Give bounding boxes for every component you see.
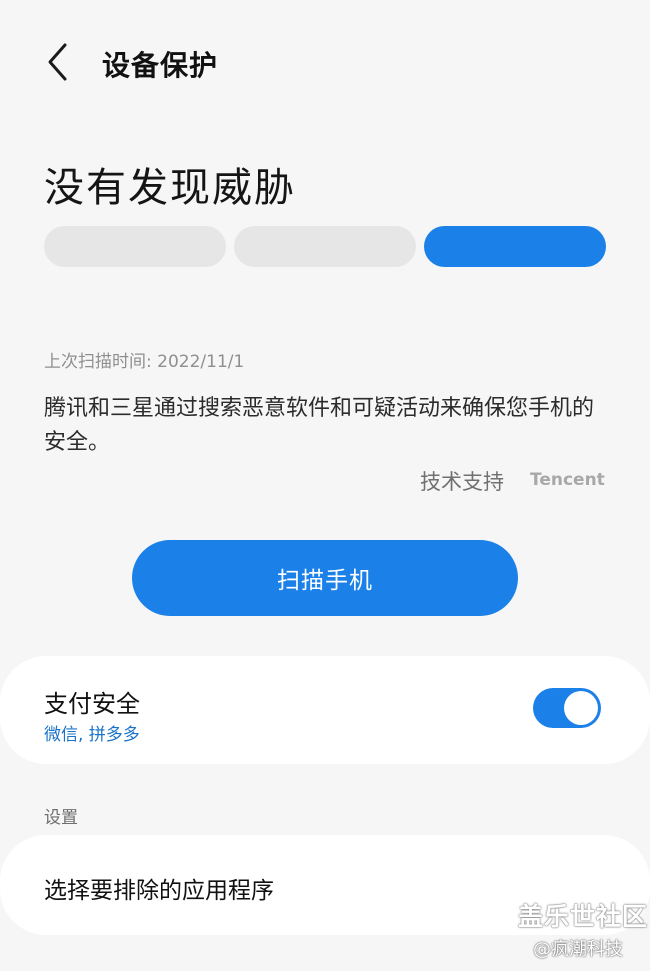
page-title: 设备保护 (102, 49, 219, 82)
settings-section-label: 设置 (44, 808, 78, 828)
level-segment-1 (44, 226, 226, 267)
chevron-left-icon (48, 43, 67, 81)
payment-security-toggle[interactable] (533, 688, 601, 728)
status-title: 没有发现威胁 (44, 165, 296, 211)
back-button[interactable] (36, 40, 80, 84)
last-scan-time: 上次扫描时间: 2022/11/1 (44, 352, 245, 372)
watermark-credit: @疯潮科技 (533, 939, 623, 960)
level-segment-3 (424, 226, 606, 267)
toggle-knob (564, 691, 598, 725)
protection-description: 腾讯和三星通过搜索恶意软件和可疑活动来确保您手机的安全。 (44, 396, 595, 455)
watermark-logo: 盖乐世社区 (518, 902, 649, 931)
tech-support-link[interactable]: 技术支持 (420, 466, 504, 496)
payment-security-apps: 微信, 拼多多 (44, 725, 140, 745)
exclude-apps-label: 选择要排除的应用程序 (44, 878, 274, 904)
tencent-logo: Tencent (530, 470, 605, 490)
level-segment-2 (234, 226, 416, 267)
payment-security-title: 支付安全 (44, 690, 140, 718)
header: 设备保护 (0, 0, 650, 125)
scan-phone-button[interactable]: 扫描手机 (132, 540, 518, 616)
threat-level-indicator (44, 226, 606, 267)
